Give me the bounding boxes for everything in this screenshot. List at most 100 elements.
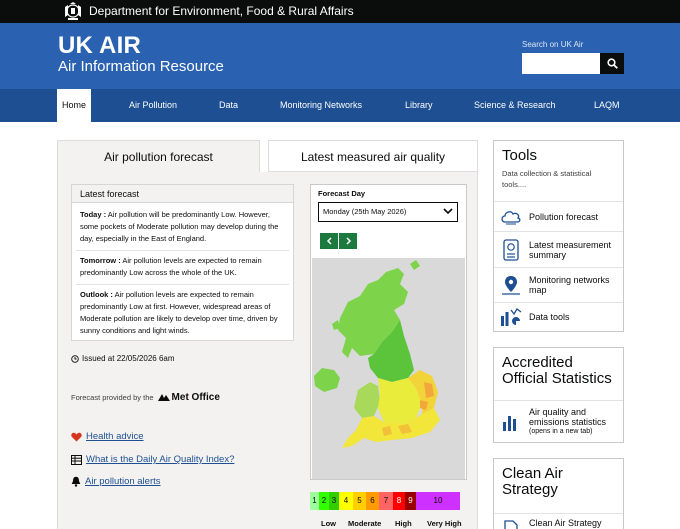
met-office-icon bbox=[157, 394, 170, 401]
tab-latest-measured[interactable]: Latest measured air quality bbox=[268, 140, 478, 172]
bell-icon bbox=[71, 476, 81, 487]
band-6: 6 bbox=[366, 492, 379, 510]
charts-icon bbox=[500, 306, 522, 328]
band-label-high: High bbox=[395, 519, 412, 528]
nav-item-home[interactable]: Home bbox=[57, 89, 92, 122]
chevron-left-icon bbox=[326, 237, 332, 245]
tools-card: Tools Data collection & statistical tool… bbox=[493, 140, 624, 332]
tab-air-pollution-forecast[interactable]: Air pollution forecast bbox=[57, 140, 260, 172]
search-label: Search on UK Air bbox=[522, 40, 584, 49]
monitor-device-icon bbox=[500, 238, 522, 261]
clean-air-strategy-link[interactable]: Clean Air Strategy 2019 bbox=[494, 513, 623, 529]
cloud-icon bbox=[500, 206, 522, 228]
band-label-moderate: Moderate bbox=[348, 519, 382, 528]
accredited-title: Accredited Official Statistics bbox=[502, 354, 612, 387]
air-quality-statistics-text: Air quality and emissions statistics (op… bbox=[529, 407, 623, 436]
today-label: Today : bbox=[80, 210, 107, 219]
provided-by-text: Forecast provided by the bbox=[71, 393, 154, 402]
issued-time: Issued at 22/05/2026 6am bbox=[71, 354, 175, 363]
clean-air-title: Clean Air Strategy bbox=[502, 465, 563, 498]
daqi-band-bar: 1 2 3 4 5 6 7 8 9 10 bbox=[310, 492, 460, 510]
outlook-label: Outlook : bbox=[80, 290, 113, 299]
forecast-provider: Forecast provided by the Met Office bbox=[71, 392, 220, 403]
forecast-outlook: Outlook : Air pollution levels are expec… bbox=[80, 289, 290, 337]
bar-chart-icon bbox=[500, 411, 522, 433]
tool-monitoring-map-label: Monitoring networks map bbox=[529, 275, 610, 295]
band-label-low: Low bbox=[321, 519, 336, 528]
clean-air-strategy-label: Clean Air Strategy 2019 bbox=[529, 518, 602, 529]
band-8: 8 bbox=[393, 492, 405, 510]
today-text: Air pollution will be predominantly Low.… bbox=[80, 210, 279, 243]
band-2: 2 bbox=[319, 492, 329, 510]
divider bbox=[76, 284, 289, 285]
alerts-link-row: Air pollution alerts bbox=[71, 476, 161, 487]
forecast-day-select[interactable]: Monday (25th May 2026) bbox=[318, 202, 458, 222]
health-advice-link-row: Health advice bbox=[71, 431, 144, 442]
new-tab-note: (opens in a new tab) bbox=[529, 428, 593, 435]
search-button[interactable] bbox=[600, 53, 624, 74]
band-4: 4 bbox=[339, 492, 353, 510]
air-quality-statistics-label: Air quality and emissions statistics bbox=[529, 407, 607, 427]
next-day-button[interactable] bbox=[339, 233, 357, 249]
gov-bar: Department for Environment, Food & Rural… bbox=[0, 0, 680, 23]
search-input[interactable] bbox=[522, 53, 600, 74]
chevron-down-icon bbox=[443, 208, 453, 215]
nav-item-monitoring-networks[interactable]: Monitoring Networks bbox=[280, 89, 362, 122]
tool-latest-measurement-label: Latest measurement summary bbox=[529, 239, 612, 260]
air-quality-statistics-link[interactable]: Air quality and emissions statistics (op… bbox=[494, 400, 623, 442]
forecast-panel: Latest forecast Today : Air pollution wi… bbox=[57, 172, 478, 529]
forecast-day-value: Monday (25th May 2026) bbox=[323, 207, 407, 216]
tool-pollution-forecast-label: Pollution forecast bbox=[529, 211, 599, 222]
department-name[interactable]: Department for Environment, Food & Rural… bbox=[89, 4, 354, 18]
clock-icon bbox=[71, 354, 79, 363]
tool-monitoring-map[interactable]: Monitoring networks map bbox=[494, 267, 623, 302]
forecast-today: Today : Air pollution will be predominan… bbox=[80, 209, 290, 245]
uk-map-graphic bbox=[314, 260, 440, 448]
alerts-link[interactable]: Air pollution alerts bbox=[85, 476, 161, 487]
map-pin-icon bbox=[500, 274, 522, 296]
daqi-band-labels: Low Moderate High Very High bbox=[310, 519, 470, 529]
document-icon bbox=[500, 518, 522, 529]
nav-item-library[interactable]: Library bbox=[405, 89, 433, 122]
masthead: UK AIR Air Information Resource Search o… bbox=[0, 23, 680, 89]
tomorrow-label: Tomorrow : bbox=[80, 256, 121, 265]
forecast-tomorrow: Tomorrow : Air pollution levels are expe… bbox=[80, 255, 290, 279]
search-icon bbox=[606, 58, 618, 69]
tool-data-tools-label: Data tools bbox=[529, 312, 570, 322]
nav-item-science-research[interactable]: Science & Research bbox=[474, 89, 556, 122]
met-office-name: Met Office bbox=[171, 392, 220, 403]
chevron-right-icon bbox=[345, 237, 351, 245]
nav-item-laqm[interactable]: LAQM bbox=[594, 89, 620, 122]
heart-icon bbox=[71, 432, 82, 441]
band-1: 1 bbox=[310, 492, 319, 510]
forecast-map-box: Forecast Day Monday (25th May 2026) bbox=[310, 184, 467, 480]
tool-pollution-forecast[interactable]: Pollution forecast bbox=[494, 201, 623, 231]
divider bbox=[76, 250, 289, 251]
royal-crest-icon bbox=[65, 2, 81, 20]
site-subtitle: Air Information Resource bbox=[58, 58, 224, 75]
forecast-day-label: Forecast Day bbox=[318, 189, 366, 198]
forecast-tabs: Air pollution forecast Latest measured a… bbox=[57, 140, 478, 172]
tools-subtitle: Data collection & statistical tools.... bbox=[502, 169, 592, 189]
main-nav: Home Air Pollution Data Monitoring Netwo… bbox=[0, 89, 680, 122]
band-label-very-high: Very High bbox=[427, 519, 462, 528]
nav-item-air-pollution[interactable]: Air Pollution bbox=[129, 89, 177, 122]
band-5: 5 bbox=[353, 492, 366, 510]
tools-title: Tools bbox=[502, 147, 538, 164]
daqi-link[interactable]: What is the Daily Air Quality Index? bbox=[86, 454, 234, 465]
band-9: 9 bbox=[405, 492, 416, 510]
accredited-stats-card: Accredited Official Statistics Air quali… bbox=[493, 347, 624, 443]
previous-day-button[interactable] bbox=[320, 233, 338, 249]
met-office-logo[interactable]: Met Office bbox=[157, 392, 220, 403]
site-title[interactable]: UK AIR bbox=[58, 32, 141, 60]
daqi-link-row: What is the Daily Air Quality Index? bbox=[71, 454, 234, 465]
tool-data-tools[interactable]: Data tools bbox=[494, 302, 623, 331]
uk-forecast-map[interactable] bbox=[312, 258, 465, 479]
latest-forecast-heading: Latest forecast bbox=[72, 185, 293, 203]
nav-item-data[interactable]: Data bbox=[219, 89, 238, 122]
latest-forecast-box: Latest forecast Today : Air pollution wi… bbox=[71, 184, 294, 341]
tool-latest-measurement[interactable]: Latest measurement summary bbox=[494, 231, 623, 267]
health-advice-link[interactable]: Health advice bbox=[86, 431, 144, 442]
issued-text: Issued at 22/05/2026 6am bbox=[82, 354, 175, 363]
band-3: 3 bbox=[329, 492, 339, 510]
